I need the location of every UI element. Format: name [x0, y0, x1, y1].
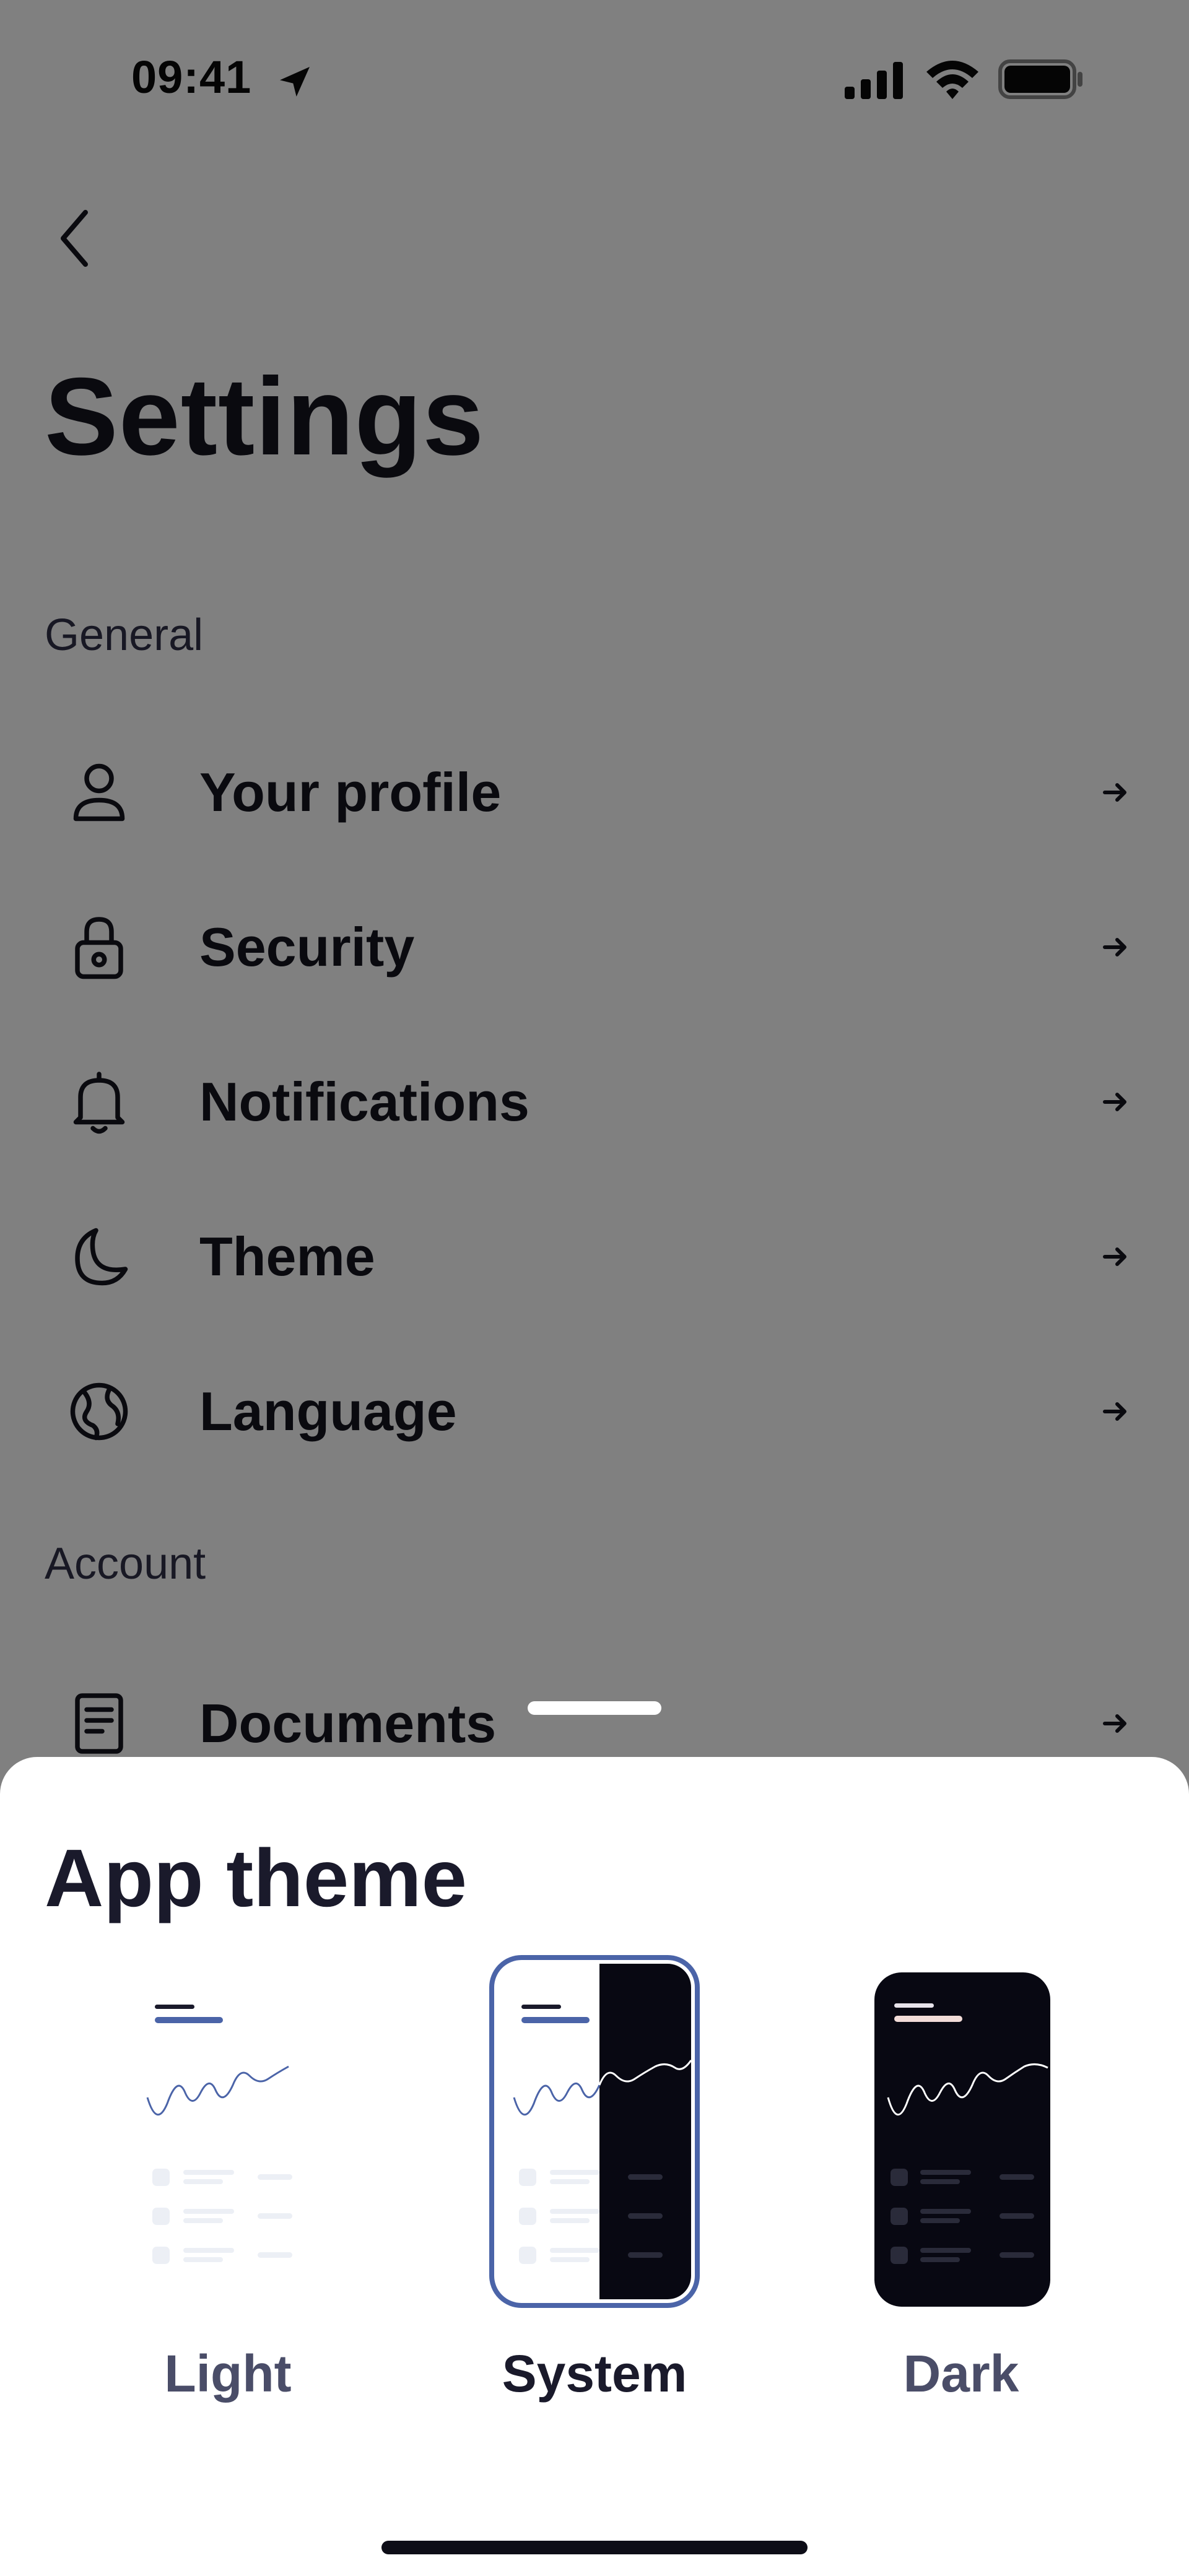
theme-preview-dark	[856, 1955, 1066, 2308]
theme-preview-light	[123, 1955, 333, 2308]
theme-option-system[interactable]: System	[471, 1955, 718, 2403]
sheet-title: App theme	[45, 1832, 468, 1923]
home-indicator	[381, 2541, 808, 2554]
sheet-grabber[interactable]	[528, 1701, 661, 1715]
settings-screen: 09:41 Settings General Your profile Secu…	[0, 0, 1189, 2576]
theme-option-label: Dark	[903, 2344, 1019, 2403]
app-theme-sheet: App theme Light System Dark	[0, 1757, 1189, 2576]
theme-option-dark[interactable]: Dark	[837, 1955, 1085, 2403]
theme-option-label: Light	[164, 2344, 292, 2403]
theme-option-label: System	[502, 2344, 687, 2403]
theme-preview-system	[489, 1955, 700, 2308]
theme-option-light[interactable]: Light	[104, 1955, 352, 2403]
